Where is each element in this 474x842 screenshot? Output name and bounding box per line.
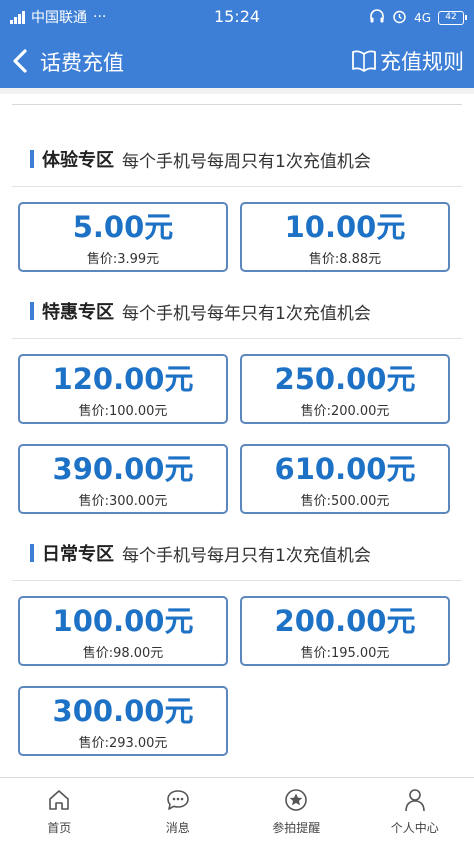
divider	[12, 104, 462, 105]
message-icon	[165, 787, 191, 813]
divider	[12, 186, 462, 187]
tab-home[interactable]: 首页	[0, 778, 119, 842]
person-icon	[402, 787, 428, 813]
recharge-option-card[interactable]: 120.00元 售价:100.00元	[18, 354, 228, 424]
status-right: 4G 42	[369, 8, 467, 27]
section-accent-bar	[30, 150, 34, 168]
tab-label: 消息	[165, 821, 190, 835]
recharge-amount: 100.00元	[52, 604, 194, 638]
section-header-special: 特惠专区 每个手机号每年只有1次充值机会	[30, 296, 371, 326]
recharge-option-card[interactable]: 610.00元 售价:500.00元	[240, 444, 450, 514]
sale-price: 售价:100.00元	[78, 404, 168, 419]
tab-label: 个人中心	[390, 821, 439, 835]
status-bar: 中国联通 ··· 15:24 4G 42	[0, 0, 474, 34]
content-area: 体验专区 每个手机号每周只有1次充值机会 5.00元 售价:3.99元 10.0…	[0, 94, 474, 777]
alarm-icon	[392, 9, 407, 27]
recharge-option-card[interactable]: 10.00元 售价:8.88元	[240, 202, 450, 272]
network-type: 4G	[414, 10, 431, 25]
headphones-icon	[369, 8, 385, 27]
tab-label: 首页	[47, 821, 72, 835]
section-description: 每个手机号每月只有1次充值机会	[122, 545, 371, 566]
sale-price: 售价:8.88元	[308, 252, 382, 267]
recharge-amount: 5.00元	[72, 210, 174, 244]
section-header-daily: 日常专区 每个手机号每月只有1次充值机会	[30, 538, 371, 568]
home-icon	[46, 787, 72, 813]
sale-price: 售价:293.00元	[78, 736, 168, 751]
recharge-amount: 10.00元	[284, 210, 406, 244]
recharge-amount: 390.00元	[52, 452, 194, 486]
recharge-amount: 250.00元	[274, 362, 416, 396]
battery-icon: 42	[438, 10, 467, 25]
section-description: 每个手机号每年只有1次充值机会	[122, 303, 371, 324]
page-title: 话费充值	[40, 51, 124, 75]
sale-price: 售价:500.00元	[300, 494, 390, 509]
section-title: 日常专区	[42, 544, 114, 565]
recharge-option-card[interactable]: 5.00元 售价:3.99元	[18, 202, 228, 272]
sale-price: 售价:98.00元	[82, 646, 164, 661]
tab-bid-reminder[interactable]: 参拍提醒	[237, 778, 356, 842]
section-header-experience: 体验专区 每个手机号每周只有1次充值机会	[30, 144, 371, 174]
recharge-amount: 200.00元	[274, 604, 416, 638]
sale-price: 售价:200.00元	[300, 404, 390, 419]
tab-messages[interactable]: 消息	[119, 778, 238, 842]
recharge-rules-label: 充值规则	[380, 50, 464, 74]
navigation-bar: 话费充值 充值规则	[0, 34, 474, 88]
section-title: 特惠专区	[42, 302, 114, 323]
tab-profile[interactable]: 个人中心	[356, 778, 474, 842]
section-title: 体验专区	[42, 150, 114, 171]
sale-price: 售价:195.00元	[300, 646, 390, 661]
recharge-option-card[interactable]: 300.00元 售价:293.00元	[18, 686, 228, 756]
chevron-left-icon	[13, 49, 27, 73]
recharge-option-card[interactable]: 100.00元 售价:98.00元	[18, 596, 228, 666]
divider	[12, 338, 462, 339]
section-accent-bar	[30, 544, 34, 562]
recharge-amount: 610.00元	[274, 452, 416, 486]
sale-price: 售价:3.99元	[86, 252, 160, 267]
recharge-amount: 300.00元	[52, 694, 194, 728]
star-badge-icon	[283, 787, 309, 813]
bottom-tab-bar: 首页 消息 参拍提醒 个人中心	[0, 777, 474, 842]
book-icon	[352, 50, 376, 72]
recharge-rules-button[interactable]: 充值规则	[351, 46, 464, 76]
sale-price: 售价:300.00元	[78, 494, 168, 509]
tab-label: 参拍提醒	[272, 821, 321, 835]
section-description: 每个手机号每周只有1次充值机会	[122, 151, 371, 172]
recharge-option-card[interactable]: 390.00元 售价:300.00元	[18, 444, 228, 514]
divider	[12, 580, 462, 581]
recharge-amount: 120.00元	[52, 362, 194, 396]
back-button[interactable]	[6, 46, 34, 76]
recharge-option-card[interactable]: 200.00元 售价:195.00元	[240, 596, 450, 666]
recharge-option-card[interactable]: 250.00元 售价:200.00元	[240, 354, 450, 424]
section-accent-bar	[30, 302, 34, 320]
